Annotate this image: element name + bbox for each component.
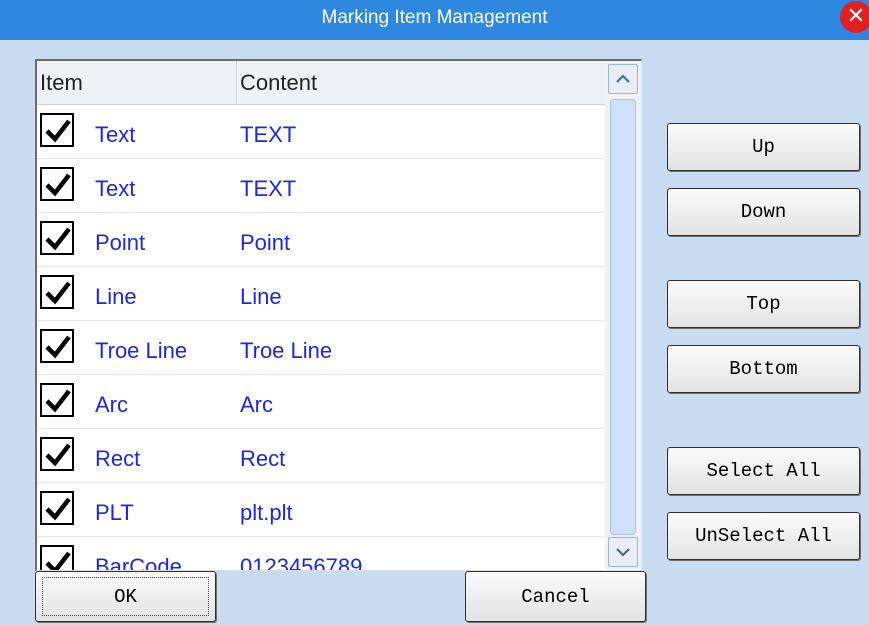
select-all-button-label: Select All xyxy=(706,460,821,482)
row-checkbox[interactable] xyxy=(40,113,74,147)
row-checkbox[interactable] xyxy=(40,221,74,255)
close-icon[interactable]: ✕ xyxy=(840,1,869,33)
row-content: Arc xyxy=(240,392,273,417)
cancel-button[interactable]: Cancel xyxy=(465,571,646,622)
select-all-button[interactable]: Select All xyxy=(667,447,860,495)
row-content: plt.plt xyxy=(240,500,293,525)
list-row[interactable]: Troe Line Troe Line xyxy=(37,321,605,375)
list-row[interactable]: Text TEXT xyxy=(37,159,605,213)
list-row[interactable]: Rect Rect xyxy=(37,429,605,483)
cancel-button-label: Cancel xyxy=(521,585,590,608)
top-button-label: Top xyxy=(746,293,781,315)
row-content: TEXT xyxy=(240,122,297,147)
checkmark-icon xyxy=(45,335,71,359)
checkmark-icon xyxy=(45,389,71,413)
column-divider[interactable] xyxy=(236,61,237,104)
list-row[interactable]: Text TEXT xyxy=(37,105,605,159)
row-item-name: Arc xyxy=(95,392,128,417)
top-button[interactable]: Top xyxy=(667,280,860,328)
vertical-scrollbar[interactable] xyxy=(605,61,641,570)
down-button-label: Down xyxy=(740,201,787,223)
row-checkbox[interactable] xyxy=(40,275,74,309)
checkmark-icon xyxy=(45,551,71,570)
checkmark-icon xyxy=(45,227,71,251)
row-checkbox[interactable] xyxy=(40,383,74,417)
row-content: Rect xyxy=(240,446,286,471)
row-item-name: Rect xyxy=(95,446,141,471)
row-item-name: Text xyxy=(95,122,136,147)
checkmark-icon xyxy=(45,173,71,197)
chevron-up-icon xyxy=(616,74,630,83)
item-list[interactable]: Item Content Text TEXT Text TEXT Point Point L… xyxy=(35,59,642,571)
row-checkbox[interactable] xyxy=(40,491,74,525)
row-item-name: PLT xyxy=(95,500,134,525)
bottom-button[interactable]: Bottom xyxy=(667,345,860,393)
up-button-label: Up xyxy=(752,136,775,158)
row-item-name: Troe Line xyxy=(95,338,188,363)
unselect-all-button[interactable]: UnSelect All xyxy=(667,512,860,560)
scroll-down-button[interactable] xyxy=(608,537,638,567)
scroll-thumb[interactable] xyxy=(610,99,636,535)
column-header-item[interactable]: Item xyxy=(40,61,83,104)
row-checkbox[interactable] xyxy=(40,329,74,363)
unselect-all-button-label: UnSelect All xyxy=(695,525,832,547)
checkmark-icon xyxy=(45,119,71,143)
row-checkbox[interactable] xyxy=(40,167,74,201)
window-title: Marking Item Management xyxy=(321,7,548,28)
row-checkbox[interactable] xyxy=(40,437,74,471)
checkmark-icon xyxy=(45,443,71,467)
row-item-name: Point xyxy=(95,230,146,255)
row-item-name: BarCode xyxy=(95,554,182,571)
list-row[interactable]: Arc Arc xyxy=(37,375,605,429)
list-header: Item Content xyxy=(37,61,605,105)
row-content: Troe Line xyxy=(240,338,333,363)
row-item-name: Line xyxy=(95,284,137,309)
ok-button-label: OK xyxy=(114,585,137,608)
row-content: TEXT xyxy=(240,176,297,201)
title-bar: Marking Item Management xyxy=(0,0,869,40)
list-row[interactable]: Line Line xyxy=(37,267,605,321)
column-header-content[interactable]: Content xyxy=(240,61,317,104)
row-content: Point xyxy=(240,230,291,255)
row-content: 0123456789 xyxy=(240,554,363,571)
ok-button[interactable]: OK xyxy=(35,571,216,622)
chevron-down-icon xyxy=(616,548,630,557)
list-row[interactable]: Point Point xyxy=(37,213,605,267)
down-button[interactable]: Down xyxy=(667,188,860,236)
up-button[interactable]: Up xyxy=(667,123,860,171)
row-item-name: Text xyxy=(95,176,136,201)
list-row[interactable]: PLT plt.plt xyxy=(37,483,605,537)
list-rows: Text TEXT Text TEXT Point Point Line Line Troe L… xyxy=(37,105,605,571)
row-checkbox[interactable] xyxy=(40,545,74,570)
bottom-button-label: Bottom xyxy=(729,358,798,380)
checkmark-icon xyxy=(45,281,71,305)
checkmark-icon xyxy=(45,497,71,521)
row-content: Line xyxy=(240,284,282,309)
scroll-up-button[interactable] xyxy=(608,64,638,94)
list-row[interactable]: BarCode 0123456789 xyxy=(37,537,605,571)
